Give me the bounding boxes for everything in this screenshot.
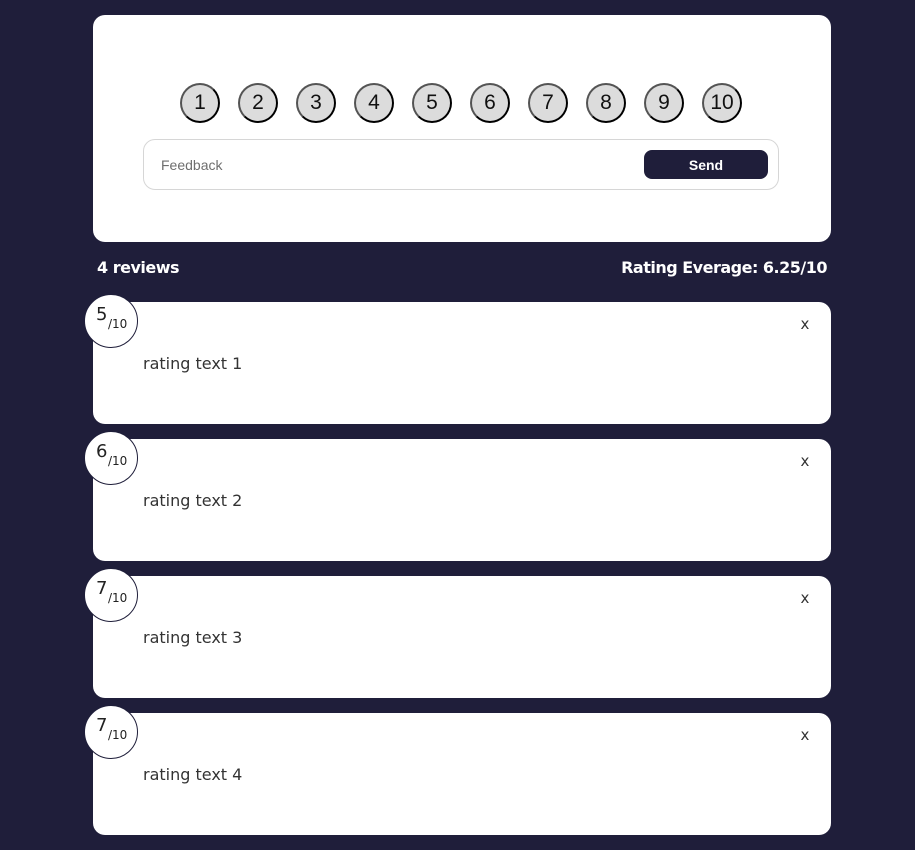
review-score-max: /10 [108, 454, 128, 468]
feedback-input[interactable] [154, 152, 631, 178]
close-review-button[interactable]: x [798, 315, 812, 333]
review-card: 6 /10 x rating text 2 [84, 431, 831, 561]
rating-option-8[interactable]: 8 [586, 83, 626, 123]
rating-option-7[interactable]: 7 [528, 83, 568, 123]
close-review-button[interactable]: x [798, 726, 812, 744]
rating-average: Rating Everage: 6.25/10 [621, 258, 827, 277]
review-card: 5 /10 x rating text 1 [84, 294, 831, 424]
review-score-max: /10 [108, 728, 128, 742]
rating-option-1[interactable]: 1 [180, 83, 220, 123]
review-score-badge: 5 /10 [84, 294, 138, 348]
rating-option-6[interactable]: 6 [470, 83, 510, 123]
review-score-max: /10 [108, 317, 128, 331]
rating-option-5[interactable]: 5 [412, 83, 452, 123]
close-review-button[interactable]: x [798, 452, 812, 470]
review-list: 5 /10 x rating text 1 6 /10 x rating tex… [84, 294, 831, 850]
rating-option-4[interactable]: 4 [354, 83, 394, 123]
rating-option-3[interactable]: 3 [296, 83, 336, 123]
review-card: 7 /10 x rating text 4 [84, 705, 831, 835]
review-score-value: 7 [96, 715, 108, 736]
review-score-badge: 7 /10 [84, 568, 138, 622]
review-text: rating text 1 [143, 354, 243, 373]
close-review-button[interactable]: x [798, 589, 812, 607]
rating-options: 1 2 3 4 5 6 7 8 9 10 [180, 83, 742, 123]
review-score-value: 5 [96, 304, 108, 325]
review-text: rating text 2 [143, 491, 243, 510]
review-count: 4 reviews [97, 258, 180, 277]
rating-option-10[interactable]: 10 [702, 83, 742, 123]
review-score-value: 6 [96, 441, 108, 462]
rating-option-9[interactable]: 9 [644, 83, 684, 123]
review-score-badge: 6 /10 [84, 431, 138, 485]
review-stats: 4 reviews Rating Everage: 6.25/10 [97, 258, 827, 277]
feedback-box: Send [143, 139, 779, 190]
review-score-value: 7 [96, 578, 108, 599]
rating-form-card: 1 2 3 4 5 6 7 8 9 10 Send [93, 15, 831, 242]
send-button[interactable]: Send [644, 150, 768, 179]
review-score-max: /10 [108, 591, 128, 605]
review-text: rating text 4 [143, 765, 243, 784]
review-text: rating text 3 [143, 628, 243, 647]
review-card: 7 /10 x rating text 3 [84, 568, 831, 698]
review-score-badge: 7 /10 [84, 705, 138, 759]
rating-option-2[interactable]: 2 [238, 83, 278, 123]
